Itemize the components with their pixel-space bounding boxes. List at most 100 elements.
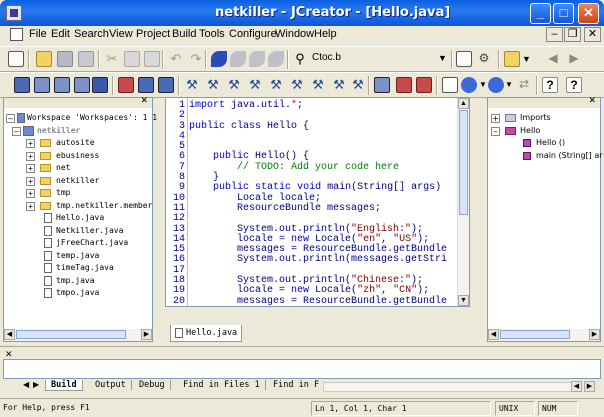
folder-autosite[interactable]: + autosite <box>6 137 151 150</box>
clipboard-dropdown-icon[interactable]: ▼ <box>522 51 538 67</box>
scroll-thumb[interactable] <box>500 330 570 339</box>
back-icon[interactable]: ◀ <box>545 51 561 67</box>
scroll-thumb[interactable] <box>459 110 468 215</box>
tab-scroll-right-icon[interactable]: ▶ <box>33 380 39 389</box>
file-timetag-java[interactable]: timeTag.java <box>6 262 151 275</box>
scroll-left-icon[interactable]: ◀ <box>488 329 499 340</box>
app-icon[interactable] <box>6 5 22 21</box>
folder-tmp[interactable]: + tmp <box>6 187 151 200</box>
save-icon[interactable] <box>57 51 73 67</box>
file-jfreechart-java[interactable]: jFreeChart.java <box>6 237 151 250</box>
code-editor[interactable]: 1 import java.util.*; 2 3 public class Hello… <box>165 97 470 307</box>
watch-icon[interactable] <box>416 77 432 93</box>
collapse-icon[interactable]: – <box>12 126 21 136</box>
workspace-view-icon[interactable] <box>14 77 30 93</box>
rebuild-icon[interactable]: ⚒ <box>226 77 242 93</box>
tab-build[interactable]: Build <box>45 380 83 391</box>
clean-icon[interactable]: ⚒ <box>247 77 263 93</box>
jdk-help-icon[interactable] <box>374 77 390 93</box>
redo-icon[interactable]: ↷ <box>188 51 204 67</box>
file-tmp-java[interactable]: tmp.java <box>6 275 151 288</box>
next-bookmark-icon[interactable] <box>249 51 265 67</box>
document-icon[interactable] <box>10 28 23 41</box>
mdi-minimize-button[interactable]: – <box>546 27 563 42</box>
menu-window[interactable]: Window <box>275 28 314 40</box>
file-temp-java[interactable]: temp.java <box>6 250 151 263</box>
forward-icon[interactable]: ▶ <box>566 51 582 67</box>
menu-file[interactable]: File <box>29 28 47 40</box>
combo-dropdown-icon[interactable]: ▼ <box>438 53 447 63</box>
folder-ebusiness[interactable]: + ebusiness <box>6 150 151 163</box>
tab-debug[interactable]: Debug <box>134 380 171 390</box>
output-hscrollbar[interactable] <box>323 382 578 392</box>
clear-bookmarks-icon[interactable] <box>268 51 284 67</box>
help-icon[interactable]: ? <box>542 77 558 93</box>
scroll-down-icon[interactable]: ▼ <box>458 295 469 306</box>
editor-vscrollbar[interactable]: ▲ ▼ <box>457 98 469 306</box>
expand-icon[interactable]: + <box>26 176 35 186</box>
mdi-restore-button[interactable]: ❐ <box>564 27 581 42</box>
menu-view[interactable]: View <box>109 28 133 40</box>
collapse-icon[interactable]: – <box>6 114 15 123</box>
refactor-icon[interactable]: ⇄ <box>516 77 532 93</box>
save-all-icon[interactable] <box>78 51 94 67</box>
prev-bookmark-icon[interactable] <box>230 51 246 67</box>
tool-1-icon[interactable] <box>118 77 134 93</box>
close-button[interactable]: ✕ <box>578 3 599 24</box>
expand-icon[interactable]: + <box>26 164 35 173</box>
tab-find-in-files-1[interactable]: Find in Files 1 <box>178 380 266 390</box>
file-netkiller-java[interactable]: Netkiller.java <box>6 225 151 238</box>
output-view-icon[interactable] <box>74 77 90 93</box>
menu-project[interactable]: Project <box>136 28 170 40</box>
paste-icon[interactable] <box>144 51 160 67</box>
copy-icon[interactable] <box>124 51 140 67</box>
jump-icon[interactable]: ⚙ <box>476 51 492 67</box>
method-wizard-icon[interactable] <box>488 77 504 93</box>
tab-hello-java[interactable]: Hello.java <box>170 325 242 342</box>
scroll-up-icon[interactable]: ▲ <box>458 98 469 109</box>
menu-build[interactable]: Build <box>172 28 196 40</box>
expand-icon[interactable]: + <box>491 114 500 123</box>
clipboard-icon[interactable] <box>504 51 520 67</box>
run-icon[interactable]: ⚒ <box>350 77 366 93</box>
compile-icon[interactable]: ⚒ <box>184 77 200 93</box>
output-content[interactable] <box>3 359 601 379</box>
tab-scroll-left-icon[interactable]: ◀ <box>23 380 29 389</box>
menu-configure[interactable]: Configure <box>229 28 277 40</box>
workspace-hscrollbar[interactable]: ◀ ▶ <box>4 329 152 341</box>
tab-output[interactable]: Output <box>90 380 132 390</box>
structure-hscrollbar[interactable]: ◀ ▶ <box>488 329 600 341</box>
find-combo-value[interactable]: Ctoc.b <box>312 52 341 63</box>
expand-icon[interactable]: + <box>26 201 35 211</box>
scroll-left-icon[interactable]: ◀ <box>4 329 15 340</box>
open-icon[interactable] <box>36 51 52 67</box>
folder-net[interactable]: + net <box>6 162 151 175</box>
menu-tools[interactable]: Tools <box>199 28 225 40</box>
tool-3-icon[interactable] <box>158 77 174 93</box>
find-icon[interactable]: ⚲ <box>292 51 308 67</box>
expand-icon[interactable]: + <box>26 139 35 148</box>
new-file-icon[interactable] <box>8 51 24 67</box>
scroll-right-icon[interactable]: ▶ <box>589 329 600 340</box>
tool-2-icon[interactable] <box>138 77 154 93</box>
class-wizard-icon[interactable] <box>461 77 477 93</box>
file-hello-java[interactable]: Hello.java <box>6 212 151 225</box>
folder-netkiller[interactable]: + netkiller <box>6 175 151 188</box>
stop-build-icon[interactable]: ⚒ <box>331 77 347 93</box>
scroll-right-icon[interactable]: ▶ <box>584 381 595 392</box>
collapse-icon[interactable]: – <box>491 126 500 136</box>
menu-help[interactable]: Help <box>314 28 337 40</box>
build-project-icon[interactable]: ⚒ <box>205 77 221 93</box>
menu-search[interactable]: Search <box>74 28 109 40</box>
execute-icon[interactable]: ⚒ <box>268 77 284 93</box>
scroll-left-icon[interactable]: ◀ <box>571 381 582 392</box>
fullscreen-icon[interactable] <box>92 77 108 93</box>
bookmark-icon[interactable] <box>211 51 227 67</box>
step-icon[interactable]: ⚒ <box>310 77 326 93</box>
breakpoint-icon[interactable] <box>396 77 412 93</box>
folder-tmp-netkiller-member[interactable]: + tmp.netkiller.member <box>6 200 152 213</box>
project-node[interactable]: – netkiller <box>6 125 151 138</box>
cut-icon[interactable]: ✂ <box>104 51 120 67</box>
file-tmpo-java[interactable]: tmpo.java <box>6 287 151 300</box>
maximize-button[interactable]: □ <box>553 3 574 24</box>
